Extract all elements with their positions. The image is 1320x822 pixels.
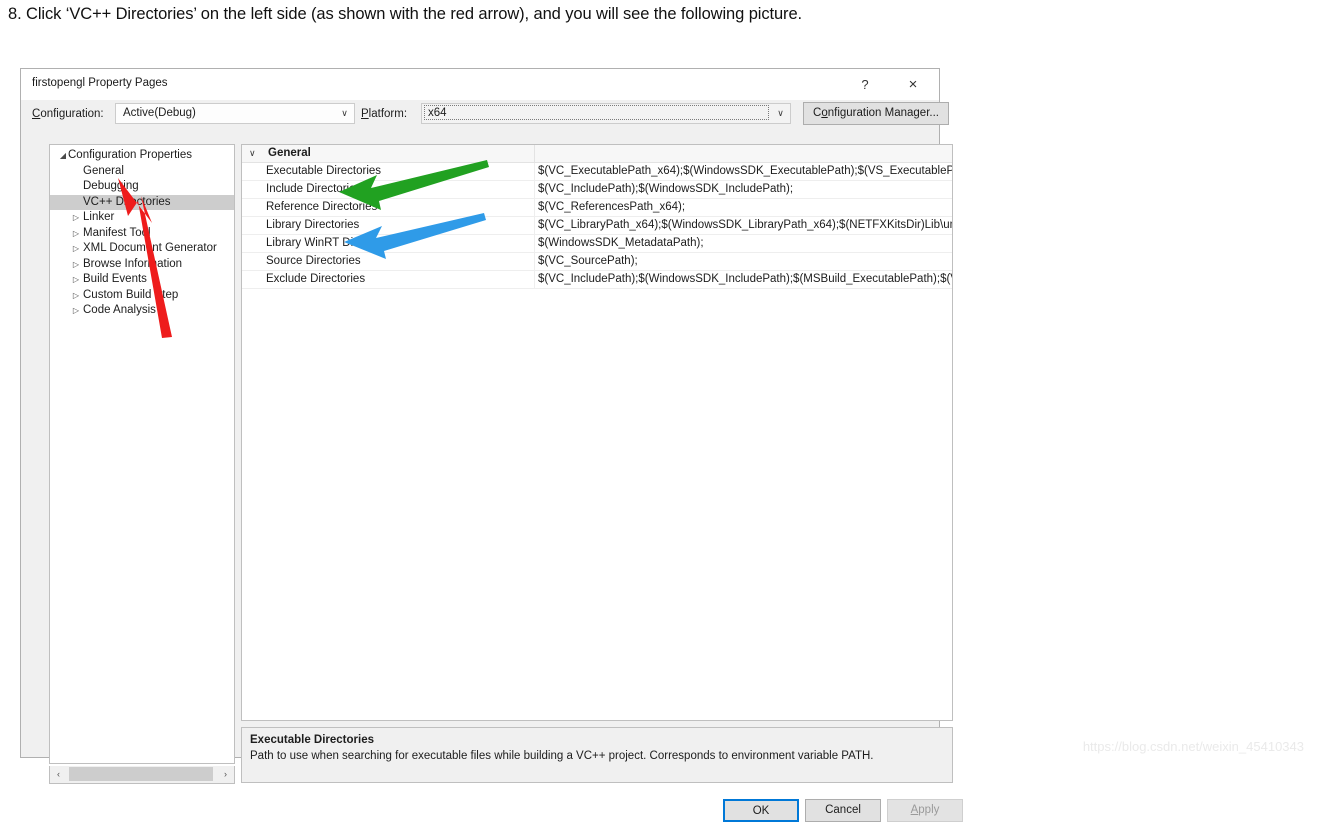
property-row[interactable]: Include Directories $(VC_IncludePath);$(W… (242, 181, 952, 199)
property-row[interactable]: Library Directories $(VC_LibraryPath_x64)… (242, 217, 952, 235)
tree-item-manifest-tool[interactable]: ▷ Manifest Tool (50, 226, 234, 242)
property-group-header[interactable]: ∨ General (242, 145, 952, 163)
property-name: Exclude Directories (266, 273, 366, 285)
configuration-bar: Configuration: Active(Debug) ∨ Platform:… (21, 100, 949, 132)
configuration-select[interactable]: Active(Debug) ∨ (115, 103, 355, 124)
tree-item-label: Code Analysis (83, 304, 156, 316)
property-name: Library WinRT Directories (266, 237, 398, 249)
tree-item-browse-information[interactable]: ▷ Browse Information (50, 257, 234, 273)
platform-select[interactable]: x64 ∨ (421, 103, 791, 124)
platform-value: x64 (424, 105, 769, 120)
property-value[interactable]: $(VC_ExecutablePath_x64);$(WindowsSDK_Ex… (538, 164, 952, 179)
property-value[interactable]: $(WindowsSDK_MetadataPath); (538, 236, 952, 251)
tree-item-label: Configuration Properties (68, 149, 193, 161)
instruction-text: 8. Click ‘VC++ Directories’ on the left … (8, 5, 803, 23)
column-divider (534, 163, 535, 180)
tree-item-label: Linker (83, 211, 115, 223)
expand-triangle-right-icon[interactable]: ▷ (68, 272, 84, 288)
tree-item-debugging[interactable]: Debugging (50, 179, 234, 195)
property-value[interactable]: $(VC_ReferencesPath_x64); (538, 200, 952, 215)
close-icon[interactable]: × (891, 69, 935, 100)
expand-triangle-right-icon[interactable]: ▷ (68, 303, 84, 319)
tree-item-build-events[interactable]: ▷ Build Events (50, 272, 234, 288)
column-divider (534, 199, 535, 216)
property-row[interactable]: Library WinRT Directories $(WindowsSDK_Me… (242, 235, 952, 253)
property-row[interactable]: Executable Directories $(VC_ExecutablePat… (242, 163, 952, 181)
watermark-text: https://blog.csdn.net/weixin_45410343 (1082, 739, 1304, 754)
tree-item-xml-document-generator[interactable]: ▷ XML Document Generator (50, 241, 234, 257)
property-grid[interactable]: ∨ General Executable Directories $(VC_Execu… (241, 144, 953, 721)
scrollbar-thumb[interactable] (69, 767, 213, 781)
property-value[interactable]: $(VC_SourcePath); (538, 254, 952, 269)
chevron-down-icon: ∨ (777, 108, 784, 118)
tree-item-vc-directories[interactable]: VC++ Directories (50, 194, 234, 210)
description-text: Path to use when searching for executabl… (250, 750, 874, 762)
column-divider (534, 253, 535, 270)
property-name: Executable Directories (266, 165, 382, 177)
column-divider (534, 235, 535, 252)
configuration-tree[interactable]: ◢ Configuration Properties General Debuggin… (49, 144, 235, 764)
dialog-titlebar: firstopengl Property Pages ? × (21, 69, 939, 100)
property-pages-dialog: firstopengl Property Pages ? × Configura… (20, 68, 963, 822)
tree-item-label: Debugging (83, 180, 139, 192)
property-row[interactable]: Exclude Directories $(VC_IncludePath);$(W… (242, 271, 952, 289)
property-name: Library Directories (266, 219, 360, 231)
tree-item-label: Browse Information (83, 257, 183, 270)
description-panel: Executable Directories Path to use when … (241, 727, 953, 783)
tree-item-label: Manifest Tool (83, 226, 151, 239)
tree-item-label: General (83, 164, 124, 177)
description-title: Executable Directories (250, 734, 375, 746)
expand-triangle-right-icon[interactable]: ▷ (68, 226, 84, 242)
property-row[interactable]: Reference Directories $(VC_ReferencesPath… (242, 199, 952, 217)
tree-item-label: XML Document Generator (83, 242, 217, 254)
column-divider (534, 271, 535, 288)
tree-item-linker[interactable]: ▷ Linker (50, 210, 234, 226)
scroll-left-icon[interactable]: ‹ (50, 766, 67, 782)
column-divider (534, 181, 535, 198)
expand-triangle-right-icon[interactable]: ▷ (68, 288, 84, 304)
apply-button: Apply (887, 799, 963, 822)
tree-item-label: Build Events (83, 273, 147, 285)
property-value[interactable]: $(VC_IncludePath);$(WindowsSDK_IncludePa… (538, 182, 952, 197)
tree-item-code-analysis[interactable]: ▷ Code Analysis (50, 303, 234, 319)
expand-triangle-right-icon[interactable]: ▷ (68, 210, 84, 226)
configuration-label: Configuration: (32, 108, 104, 120)
column-divider (534, 217, 535, 234)
tree-item-label: Custom Build Step (83, 288, 179, 301)
property-value[interactable]: $(VC_LibraryPath_x64);$(WindowsSDK_Libra… (538, 218, 952, 233)
expand-triangle-right-icon[interactable]: ▷ (68, 257, 84, 273)
property-name: General (268, 147, 311, 159)
cancel-button[interactable]: Cancel (805, 799, 881, 822)
configuration-manager-button[interactable]: Configuration Manager... (803, 102, 949, 125)
tree-item-custom-build-step[interactable]: ▷ Custom Build Step (50, 288, 234, 304)
dialog-title: firstopengl Property Pages (32, 77, 168, 89)
chevron-down-icon[interactable]: ∨ (249, 146, 256, 161)
property-row[interactable]: Source Directories $(VC_SourcePath); (242, 253, 952, 271)
tree-horizontal-scrollbar[interactable]: ‹ › (49, 766, 235, 784)
scroll-right-icon[interactable]: › (217, 766, 234, 782)
expand-triangle-right-icon[interactable]: ▷ (68, 241, 84, 257)
help-icon[interactable]: ? (843, 69, 887, 100)
ok-button[interactable]: OK (723, 799, 799, 822)
property-name: Reference Directories (266, 201, 378, 213)
property-value[interactable]: $(VC_IncludePath);$(WindowsSDK_IncludePa… (538, 272, 952, 287)
tree-item-general[interactable]: General (50, 164, 234, 180)
platform-label: Platform: (361, 108, 408, 120)
property-name: Include Directories (266, 183, 362, 195)
tree-item-label: VC++ Directories (83, 195, 171, 208)
chevron-down-icon: ∨ (341, 108, 348, 118)
tree-item-configuration-properties[interactable]: ◢ Configuration Properties (50, 148, 234, 164)
column-divider (534, 145, 535, 162)
configuration-value: Active(Debug) (123, 107, 196, 119)
property-name: Source Directories (266, 255, 361, 267)
